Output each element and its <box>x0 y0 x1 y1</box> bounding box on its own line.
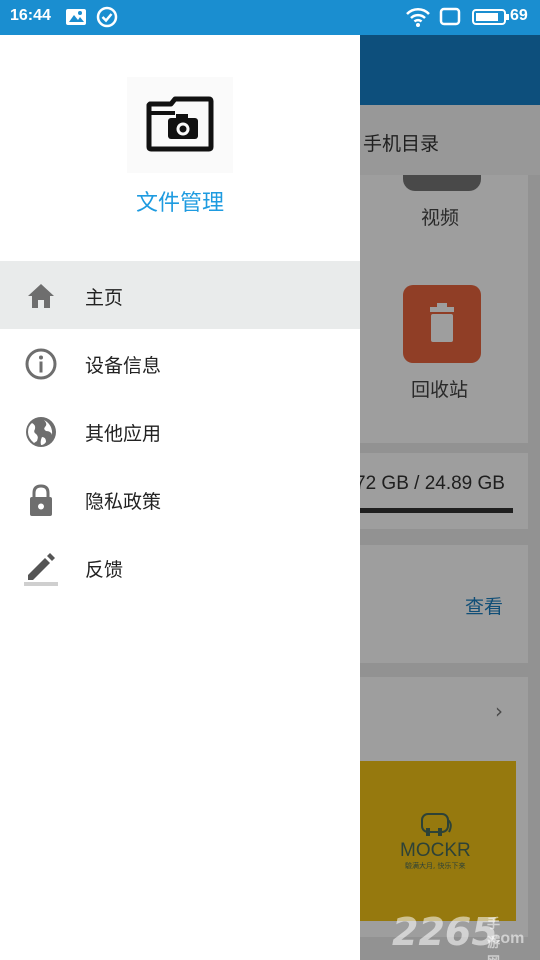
battery-level: 69 <box>510 7 528 24</box>
watermark-domain: .com <box>487 930 525 947</box>
check-circle-icon <box>96 6 118 32</box>
pencil-icon <box>22 549 60 587</box>
folder-camera-icon <box>127 77 233 173</box>
menu-item-feedback[interactable]: 反馈 <box>0 533 360 601</box>
info-icon <box>22 345 60 383</box>
lock-icon <box>22 481 60 519</box>
menu-label-other-apps: 其他应用 <box>85 423 162 445</box>
watermark-number: 2265 <box>392 910 498 954</box>
watermark: 2265 手游网 .com <box>392 910 524 960</box>
menu-item-device-info[interactable]: 设备信息 <box>0 329 360 397</box>
menu-label-home: 主页 <box>85 287 124 309</box>
wifi-icon <box>405 6 431 32</box>
menu-label-privacy-policy: 隐私政策 <box>85 491 162 513</box>
battery-icon <box>472 6 510 32</box>
status-time: 16:44 <box>10 7 51 24</box>
app-name: 文件管理 <box>135 191 224 216</box>
navigation-drawer: 文件管理 主页 设备信息 其他应用 隐私政策 反馈 <box>0 35 360 960</box>
drawer-header: 文件管理 <box>0 35 360 261</box>
menu-item-other-apps[interactable]: 其他应用 <box>0 397 360 465</box>
status-bar: 16:44 69 <box>0 0 540 35</box>
menu-label-device-info: 设备信息 <box>85 355 162 377</box>
image-notification-icon <box>65 6 87 32</box>
screen-cast-icon <box>438 6 462 32</box>
home-icon <box>22 277 60 315</box>
menu-item-privacy-policy[interactable]: 隐私政策 <box>0 465 360 533</box>
globe-icon <box>22 413 60 451</box>
menu-label-feedback: 反馈 <box>85 559 124 581</box>
menu-item-home[interactable]: 主页 <box>0 261 360 329</box>
